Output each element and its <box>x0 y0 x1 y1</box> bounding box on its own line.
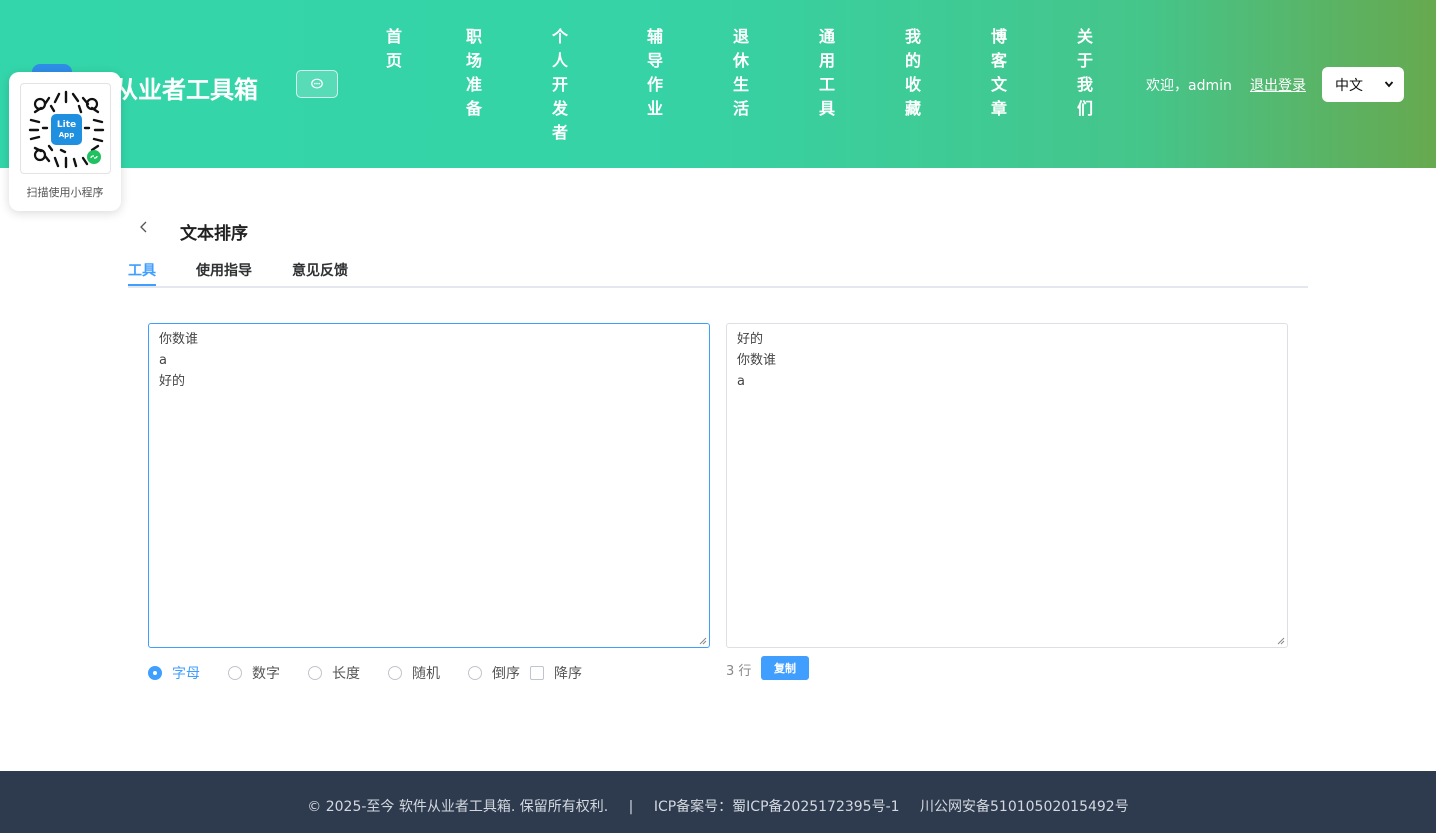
nav-favorites[interactable]: 我的收藏 <box>903 25 923 121</box>
input-line: 你数谁 <box>159 332 199 347</box>
resize-handle-icon[interactable] <box>699 637 707 645</box>
logout-link[interactable]: 退出登录 <box>1250 75 1306 95</box>
checkbox-box <box>530 666 544 680</box>
tab-feedback[interactable]: 意见反馈 <box>292 260 348 280</box>
page-title: 文本排序 <box>180 224 248 244</box>
back-arrow-icon[interactable] <box>137 220 151 234</box>
radio-sort-random[interactable]: 随机 <box>388 663 440 683</box>
output-textarea[interactable]: 好的 你数谁 a <box>726 323 1288 648</box>
footer: © 2025-至今 软件从业者工具箱. 保留所有权利. | ICP备案号：蜀IC… <box>0 771 1436 833</box>
active-tab-indicator <box>128 284 156 286</box>
nav-homework-help[interactable]: 辅导作业 <box>645 25 665 121</box>
footer-separator: | <box>628 799 634 815</box>
radio-sort-reverse[interactable]: 倒序 <box>468 663 520 683</box>
radio-dot <box>468 666 482 680</box>
chevron-down-icon <box>1384 81 1394 88</box>
top-header: 件从业者工具箱 首页 职场准备 个人开发者 辅导作业 退休生活 通用工具 我的收… <box>0 0 1436 168</box>
tab-bar: 工具 使用指导 意见反馈 <box>128 258 1308 288</box>
footer-police-link[interactable]: 川公网安备51010502015492号 <box>920 799 1129 815</box>
radio-label: 长度 <box>332 666 360 682</box>
tab-usage-guide[interactable]: 使用指导 <box>196 260 252 280</box>
radio-label: 随机 <box>412 666 440 682</box>
footer-copyright: © 2025-至今 软件从业者工具箱. 保留所有权利. <box>307 799 609 815</box>
nav-career-prep[interactable]: 职场准备 <box>464 25 484 121</box>
resize-handle-icon[interactable] <box>1277 637 1285 645</box>
qr-logo-text-1: Lite <box>57 120 76 130</box>
checkbox-label: 降序 <box>554 666 582 682</box>
checkbox-descending[interactable]: 降序 <box>530 663 582 683</box>
language-value: 中文 <box>1335 77 1363 94</box>
welcome-text: 欢迎，admin <box>1146 78 1232 94</box>
radio-dot <box>148 666 162 680</box>
tab-tool[interactable]: 工具 <box>128 260 156 280</box>
footer-icp-link[interactable]: ICP备案号：蜀ICP备2025172395号-1 <box>654 799 900 815</box>
chat-bubble-icon <box>311 78 323 89</box>
qr-logo-text-2: App <box>59 131 74 139</box>
radio-sort-length[interactable]: 长度 <box>308 663 360 683</box>
radio-label: 字母 <box>172 666 200 682</box>
radio-dot <box>228 666 242 680</box>
qr-caption: 扫描使用小程序 <box>26 186 104 199</box>
input-line: a <box>159 353 167 368</box>
nav-general-tools[interactable]: 通用工具 <box>817 25 837 121</box>
nav-retirement[interactable]: 退休生活 <box>731 25 751 121</box>
nav-about[interactable]: 关于我们 <box>1075 25 1095 121</box>
qr-code-icon: Lite App <box>28 90 105 169</box>
mini-program-qr-popup: Lite App 扫描使用小程序 <box>9 72 121 211</box>
nav-home[interactable]: 首页 <box>384 25 404 73</box>
input-line: 好的 <box>159 374 186 389</box>
radio-sort-number[interactable]: 数字 <box>228 663 280 683</box>
nav-indie-dev[interactable]: 个人开发者 <box>550 25 570 145</box>
output-line: 好的 <box>737 332 764 347</box>
radio-label: 数字 <box>252 666 280 682</box>
radio-dot <box>388 666 402 680</box>
radio-label: 倒序 <box>492 666 520 682</box>
input-textarea[interactable]: 你数谁 a 好的 <box>148 323 710 648</box>
footer-text: © 2025-至今 软件从业者工具箱. 保留所有权利. | ICP备案号：蜀IC… <box>0 796 1436 816</box>
nav-blog[interactable]: 博客文章 <box>989 25 1009 121</box>
language-select[interactable]: 中文 <box>1322 67 1404 102</box>
output-line: 你数谁 <box>737 353 777 368</box>
qr-code-image: Lite App <box>20 83 111 174</box>
output-line: a <box>737 374 745 389</box>
line-count: 3 行 <box>726 664 752 679</box>
copy-button[interactable]: 复制 <box>761 656 809 680</box>
radio-sort-alpha[interactable]: 字母 <box>148 663 200 683</box>
radio-dot <box>308 666 322 680</box>
chat-button[interactable] <box>296 70 338 98</box>
